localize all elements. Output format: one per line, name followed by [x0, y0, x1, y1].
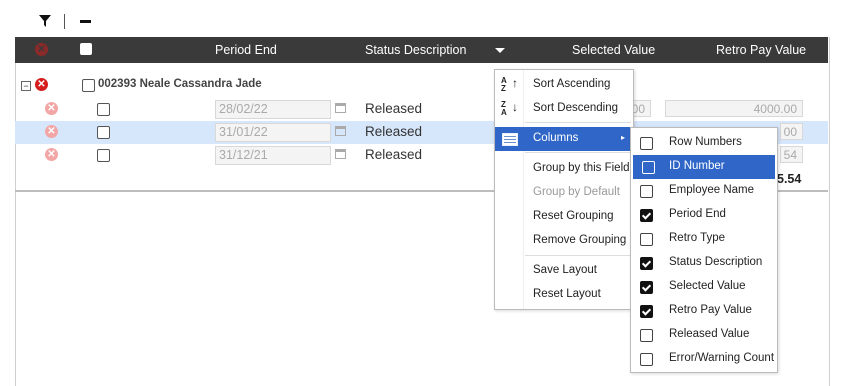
sort-descending-icon: ZA: [501, 100, 507, 117]
column-checkbox[interactable]: [640, 257, 653, 270]
column-toggle-released-value[interactable]: Released Value: [631, 323, 777, 347]
delete-row-icon[interactable]: ✕: [45, 125, 58, 138]
menu-item-sort-ascending[interactable]: AZ ↑ Sort Ascending: [495, 73, 633, 97]
menu-item-group-by-field[interactable]: Group by this Field: [495, 157, 633, 181]
column-checkbox[interactable]: [640, 281, 653, 294]
column-checkbox[interactable]: [642, 161, 655, 174]
calendar-icon[interactable]: [335, 126, 346, 136]
row-checkbox[interactable]: [97, 149, 110, 162]
status-cell: Released: [365, 147, 423, 162]
sort-ascending-icon: AZ: [501, 76, 507, 93]
menu-item-group-by-default: Group by Default: [533, 186, 620, 198]
column-toggle-employee-name[interactable]: Employee Name: [631, 179, 777, 203]
period-end-field[interactable]: 31/01/22: [215, 123, 331, 142]
header-delete-icon[interactable]: ✕: [35, 43, 48, 56]
delete-row-icon[interactable]: ✕: [45, 148, 58, 161]
delete-row-icon[interactable]: ✕: [45, 102, 58, 115]
table-row[interactable]: ✕ 28/02/22 Released 00 4000.00: [15, 98, 828, 121]
column-checkbox[interactable]: [640, 233, 653, 246]
calendar-icon[interactable]: [335, 103, 346, 113]
menu-item-save-layout[interactable]: Save Layout: [495, 259, 633, 283]
menu-item-sort-descending[interactable]: ZA ↓ Sort Descending: [495, 97, 633, 121]
column-toggle-retro-pay-value[interactable]: Retro Pay Value: [631, 299, 777, 323]
header-select-all-checkbox[interactable]: [80, 43, 92, 55]
column-header-status-description[interactable]: Status Description: [365, 37, 466, 63]
period-end-field[interactable]: 28/02/22: [215, 100, 331, 119]
group-label: 002393 Neale Cassandra Jade: [98, 78, 262, 90]
status-cell: Released: [365, 101, 423, 116]
total-value: 5.54: [777, 172, 802, 186]
grid-header: ✕ Period End Status Description Selected…: [15, 37, 828, 63]
menu-item-reset-layout[interactable]: Reset Layout: [495, 283, 633, 307]
collapse-all-icon[interactable]: [80, 20, 91, 23]
row-checkbox[interactable]: [97, 126, 110, 139]
column-context-menu: AZ ↑ Sort Ascending ZA ↓ Sort Descending…: [494, 69, 634, 310]
menu-item-reset-grouping[interactable]: Reset Grouping: [495, 205, 633, 229]
delete-group-icon[interactable]: ✕: [35, 78, 48, 91]
column-header-selected-value[interactable]: Selected Value: [572, 37, 655, 63]
column-checkbox[interactable]: [640, 329, 653, 342]
row-checkbox[interactable]: [97, 103, 110, 116]
column-toggle-row-numbers[interactable]: Row Numbers: [631, 131, 777, 155]
retro-pay-value-field[interactable]: 00: [780, 123, 803, 140]
column-header-period-end[interactable]: Period End: [215, 37, 277, 63]
submenu-arrow-icon: ▸: [620, 133, 625, 142]
column-menu-caret-icon[interactable]: [495, 48, 505, 53]
column-toggle-retro-type[interactable]: Retro Type: [631, 227, 777, 251]
column-toggle-status-description[interactable]: Status Description: [631, 251, 777, 275]
collapse-group-icon[interactable]: −: [21, 81, 31, 91]
column-checkbox[interactable]: [640, 137, 653, 150]
menu-item-columns[interactable]: Columns ▸: [495, 127, 633, 151]
column-toggle-period-end[interactable]: Period End: [631, 203, 777, 227]
columns-icon: [502, 133, 518, 146]
column-checkbox[interactable]: [640, 305, 653, 318]
column-checkbox[interactable]: [640, 209, 653, 222]
column-checkbox[interactable]: [640, 185, 653, 198]
period-end-field[interactable]: 31/12/21: [215, 146, 331, 165]
column-header-retro-pay-value[interactable]: Retro Pay Value: [716, 37, 806, 63]
column-toggle-error-warning-count[interactable]: Error/Warning Count: [631, 347, 777, 371]
column-toggle-selected-value[interactable]: Selected Value: [631, 275, 777, 299]
filter-icon[interactable]: [38, 14, 52, 28]
calendar-icon[interactable]: [335, 149, 346, 159]
columns-submenu: Row Numbers ID Number Employee Name Peri…: [630, 127, 778, 373]
toolbar-separator: [64, 14, 65, 29]
column-checkbox[interactable]: [640, 353, 653, 366]
retro-pay-value-field[interactable]: 4000.00: [665, 100, 803, 117]
column-toggle-id-number[interactable]: ID Number: [633, 155, 775, 179]
retro-pay-value-field[interactable]: 54: [780, 146, 803, 163]
group-checkbox[interactable]: [82, 79, 95, 92]
status-cell: Released: [365, 124, 423, 139]
group-row: − ✕ 002393 Neale Cassandra Jade: [15, 74, 828, 96]
menu-item-remove-grouping[interactable]: Remove Grouping: [495, 229, 633, 253]
